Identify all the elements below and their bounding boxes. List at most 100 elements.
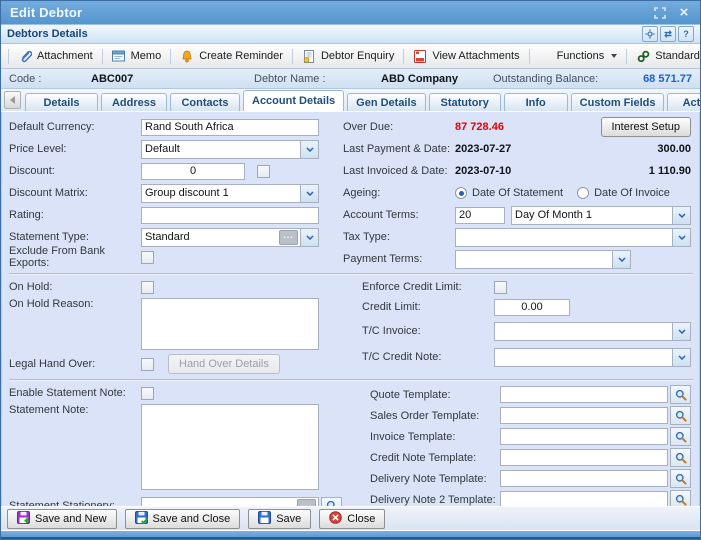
account-terms-period-select[interactable]: Day Of Month 1 [511, 206, 691, 225]
credit-note-template-input[interactable] [500, 449, 668, 466]
enforce-credit-limit-checkbox[interactable] [494, 281, 507, 294]
chevron-down-icon[interactable] [300, 185, 318, 202]
legal-hand-over-checkbox[interactable] [141, 358, 154, 371]
save-button[interactable]: Save [248, 509, 311, 529]
toolbar-separator [8, 49, 9, 64]
over-due-value: 87 728.46 [455, 121, 504, 133]
rating-input[interactable] [141, 207, 319, 224]
chevron-down-icon[interactable] [300, 229, 318, 246]
quote-template-search-icon[interactable] [670, 385, 691, 404]
tab-statutory[interactable]: Statutory [429, 93, 501, 111]
attachment-button[interactable]: Attachment [12, 47, 99, 65]
on-hold-reason-textarea[interactable] [141, 298, 319, 350]
footer-bar: Save and New Save and Close Save Close [1, 506, 700, 530]
debtor-info-bar: Code : ABC007 Debtor Name : ABD Company … [1, 69, 700, 89]
rating-label: Rating: [9, 209, 141, 221]
create-reminder-button[interactable]: Create Reminder [174, 47, 289, 65]
enable-statement-note-checkbox[interactable] [141, 387, 154, 400]
last-payment-label: Last Payment & Date: [343, 143, 455, 155]
statement-type-select[interactable]: Standard ... [141, 228, 319, 247]
hand-over-details-button[interactable]: Hand Over Details [168, 354, 280, 374]
memo-button[interactable]: Memo [106, 47, 168, 65]
enable-statement-note-label: Enable Statement Note: [9, 387, 141, 399]
sales-order-template-input[interactable] [500, 407, 668, 424]
tab-contacts[interactable]: Contacts [170, 93, 240, 111]
attachments-viewer-icon [413, 49, 427, 63]
account-terms-input[interactable] [455, 207, 505, 224]
tab-address[interactable]: Address [101, 93, 167, 111]
delivery-note-template-search-icon[interactable] [670, 469, 691, 488]
date-of-statement-radio[interactable] [455, 187, 467, 199]
title-bar: Edit Debtor × [1, 1, 700, 24]
maximize-icon[interactable] [653, 6, 667, 20]
chevron-down-icon[interactable] [672, 229, 690, 246]
panel-title: Debtors Details [7, 28, 88, 40]
invoice-template-search-icon[interactable] [670, 427, 691, 446]
tab-strip: Details Address Contacts Account Details… [1, 89, 700, 112]
on-hold-checkbox[interactable] [141, 281, 154, 294]
chevron-down-icon[interactable] [672, 207, 690, 224]
tab-scroll-left-icon[interactable] [4, 91, 21, 109]
discount-matrix-select[interactable]: Group discount 1 [141, 184, 319, 203]
exclude-bank-exports-label: Exclude From Bank Exports: [9, 245, 141, 269]
statement-stationery-search-icon[interactable] [321, 497, 342, 507]
statement-type-label: Statement Type: [9, 231, 141, 243]
save-and-close-button[interactable]: Save and Close [125, 509, 241, 529]
close-button[interactable]: Close [319, 509, 385, 529]
save-new-icon [17, 511, 30, 527]
tc-credit-note-select[interactable] [494, 348, 691, 367]
default-currency-input[interactable] [141, 119, 319, 136]
standard-menu-button[interactable]: Standard [630, 47, 701, 65]
chevron-down-icon[interactable] [300, 141, 318, 158]
over-due-label: Over Due: [343, 121, 455, 133]
statement-stationery-input[interactable]: ... [141, 497, 319, 507]
delivery-note-2-template-input[interactable] [500, 491, 668, 506]
exclude-bank-exports-checkbox[interactable] [141, 251, 154, 264]
on-hold-label: On Hold: [9, 281, 141, 293]
refresh-icon[interactable]: ⇄ [660, 26, 676, 42]
outstanding-balance-label: Outstanding Balance: [493, 73, 598, 85]
save-and-new-button[interactable]: Save and New [7, 509, 117, 529]
link-icon [636, 49, 650, 63]
discount-checkbox[interactable] [257, 165, 270, 178]
tab-custom-fields[interactable]: Custom Fields [571, 93, 665, 111]
last-payment-amount: 300.00 [657, 143, 691, 155]
ellipsis-button[interactable]: ... [279, 230, 298, 245]
tab-info[interactable]: Info [504, 93, 568, 111]
payment-terms-select[interactable] [455, 250, 631, 269]
chevron-down-icon[interactable] [672, 323, 690, 340]
credit-limit-input[interactable] [494, 299, 570, 316]
save-close-icon [135, 511, 148, 527]
tab-account-details[interactable]: Account Details [243, 90, 344, 111]
debtor-enquiry-button[interactable]: Debtor Enquiry [296, 47, 400, 65]
view-attachments-button[interactable]: View Attachments [407, 47, 525, 65]
quote-template-input[interactable] [500, 386, 668, 403]
close-window-icon[interactable]: × [677, 6, 691, 20]
functions-menu-button[interactable]: Functions [533, 47, 624, 65]
discount-input[interactable] [141, 163, 245, 180]
statement-note-textarea[interactable] [141, 404, 319, 490]
invoice-template-input[interactable] [500, 428, 668, 445]
last-invoiced-label: Last Invoiced & Date: [343, 165, 455, 177]
date-of-invoice-radio[interactable] [577, 187, 589, 199]
price-level-select[interactable]: Default [141, 140, 319, 159]
ellipsis-button[interactable]: ... [297, 499, 316, 507]
tc-invoice-select[interactable] [494, 322, 691, 341]
chevron-down-icon[interactable] [672, 349, 690, 366]
tax-type-select[interactable] [455, 228, 691, 247]
settings-icon[interactable] [642, 26, 658, 42]
credit-note-template-search-icon[interactable] [670, 448, 691, 467]
last-invoiced-amount: 1 110.90 [649, 165, 691, 177]
tab-details[interactable]: Details [25, 93, 98, 111]
delivery-note-template-input[interactable] [500, 470, 668, 487]
debtor-name-value: ABD Company [381, 73, 493, 85]
help-icon[interactable]: ? [678, 26, 694, 42]
sales-order-template-search-icon[interactable] [670, 406, 691, 425]
chevron-down-icon[interactable] [612, 251, 630, 268]
tab-gen-details[interactable]: Gen Details [347, 93, 426, 111]
code-value: ABC007 [91, 73, 254, 85]
memo-icon [112, 49, 126, 63]
interest-setup-button[interactable]: Interest Setup [601, 117, 692, 137]
delivery-note-2-template-search-icon[interactable] [670, 490, 691, 506]
tab-activity[interactable]: Activity [667, 93, 700, 111]
